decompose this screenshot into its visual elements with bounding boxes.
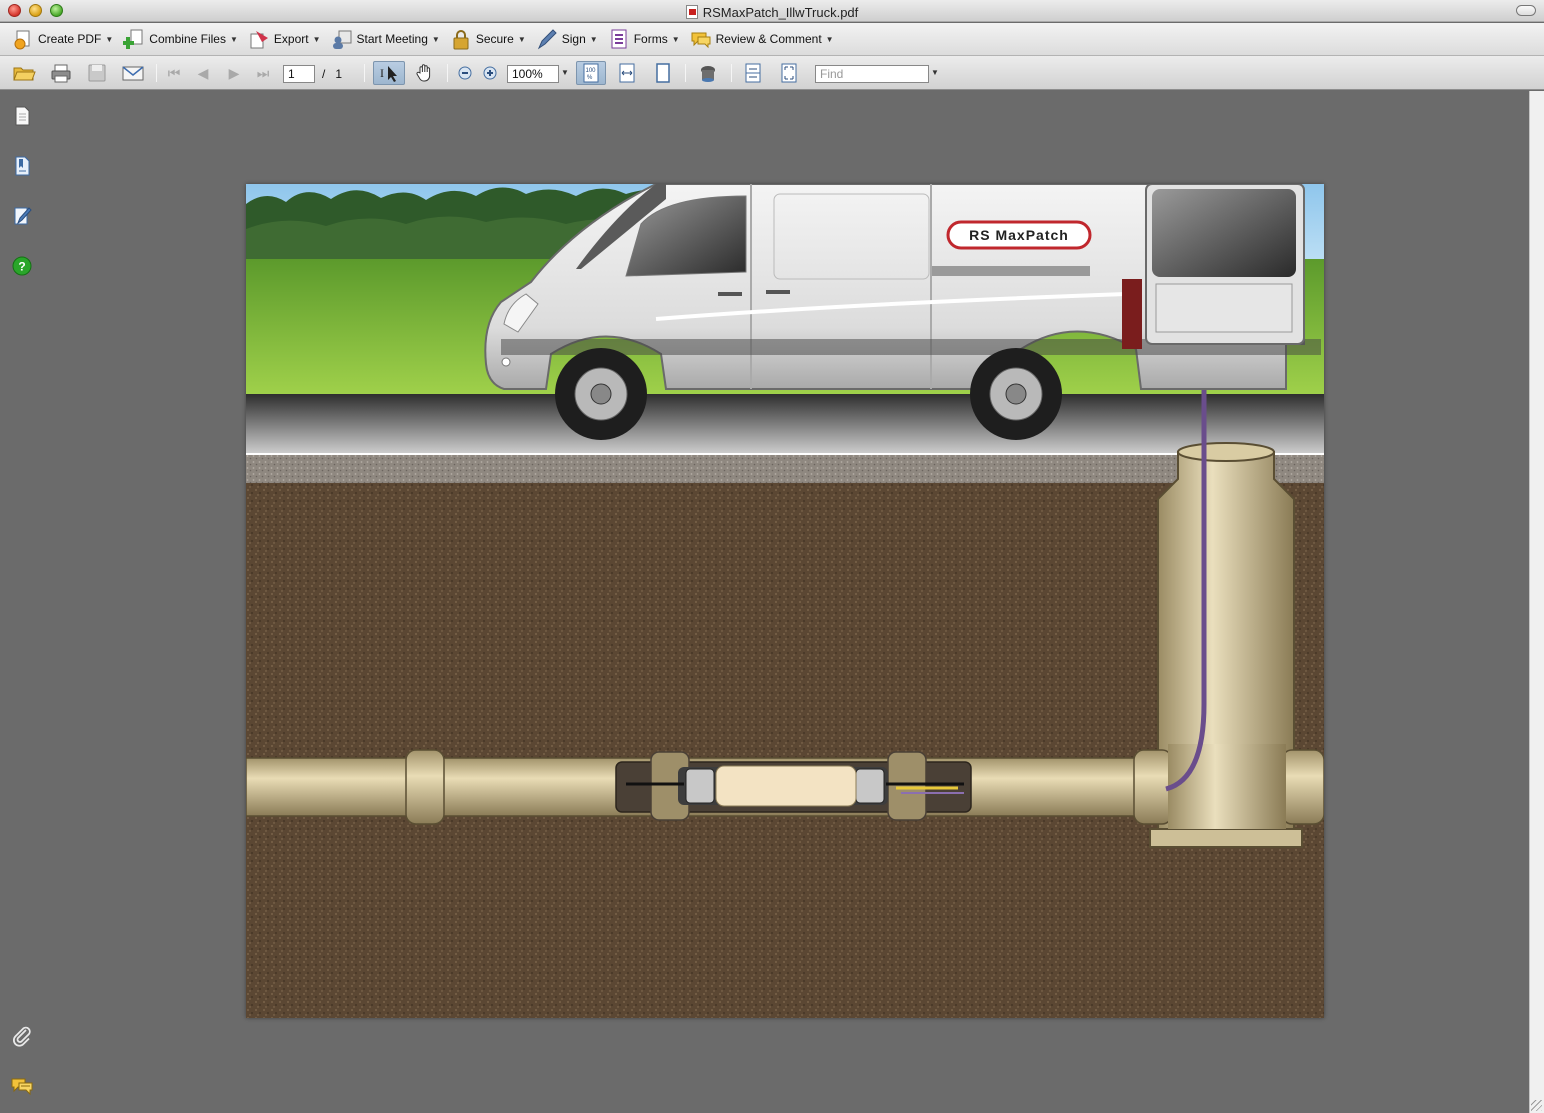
- navigation-pane: ?: [0, 91, 44, 1113]
- actual-size-button[interactable]: 100%: [576, 61, 606, 85]
- combine-files-icon: [123, 28, 145, 50]
- svg-text:%: %: [587, 75, 593, 81]
- export-icon: [248, 28, 270, 50]
- tasks-toolbar: Create PDF ▼ Combine Files ▼ Export ▼ Start…: [0, 23, 1544, 56]
- chevron-down-icon: ▼: [312, 34, 321, 44]
- pdf-file-icon: [685, 5, 698, 19]
- zoom-level-input[interactable]: 100%: [507, 65, 559, 83]
- print-icon[interactable]: [48, 61, 74, 85]
- create-pdf-button[interactable]: Create PDF ▼: [12, 25, 113, 53]
- next-page-icon[interactable]: ▶: [224, 61, 244, 85]
- previous-page-icon[interactable]: ◀: [193, 61, 213, 85]
- svg-text:100: 100: [586, 68, 597, 74]
- page-count: / 1: [322, 67, 342, 81]
- van-pipe-illustration: RS MaxPatch: [246, 184, 1324, 1018]
- review-comment-label: Review & Comment: [715, 32, 822, 46]
- open-folder-icon[interactable]: [10, 61, 38, 85]
- fit-page-icon[interactable]: [650, 61, 676, 85]
- save-icon[interactable]: [84, 61, 110, 85]
- pen-icon: [536, 28, 558, 50]
- forms-icon: [608, 28, 630, 50]
- combine-files-label: Combine Files: [149, 32, 226, 46]
- start-meeting-button[interactable]: Start Meeting ▼: [331, 25, 440, 53]
- svg-text:?: ?: [18, 260, 25, 274]
- comments-panel-icon[interactable]: [10, 1074, 34, 1098]
- find-options-icon[interactable]: ▼: [931, 68, 939, 77]
- chevron-down-icon: ▼: [431, 34, 440, 44]
- start-meeting-label: Start Meeting: [356, 32, 428, 46]
- vertical-scrollbar[interactable]: [1529, 91, 1544, 1113]
- page-total-value: 1: [335, 67, 343, 81]
- export-label: Export: [273, 32, 309, 46]
- resize-grip-icon[interactable]: [1531, 1100, 1542, 1111]
- chevron-down-icon: ▼: [825, 34, 834, 44]
- combine-files-button[interactable]: Combine Files ▼: [123, 25, 238, 53]
- forms-button[interactable]: Forms ▼: [608, 25, 680, 53]
- hand-tool-icon[interactable]: [412, 61, 438, 85]
- signatures-panel-icon[interactable]: [10, 204, 34, 228]
- attachments-icon[interactable]: [10, 1024, 34, 1048]
- first-page-icon[interactable]: ⏮: [164, 61, 184, 85]
- chevron-down-icon: ▼: [105, 34, 114, 44]
- navigation-toolbar: ⏮ ◀ ▶ ⏭ 1 / 1 I 100% ▼ 100% Find ▼: [0, 56, 1544, 90]
- chevron-down-icon: ▼: [517, 34, 526, 44]
- svg-text:I: I: [380, 66, 384, 80]
- zoom-in-icon[interactable]: [479, 61, 501, 85]
- page-number-input[interactable]: 1: [283, 65, 315, 83]
- lock-icon: [450, 28, 472, 50]
- van-logo: RS MaxPatch: [969, 227, 1069, 243]
- create-pdf-label: Create PDF: [38, 32, 102, 46]
- select-tool-button[interactable]: I: [373, 61, 405, 85]
- window-title-text: RSMaxPatch_IllwTruck.pdf: [702, 5, 859, 20]
- chevron-down-icon: ▼: [671, 34, 680, 44]
- zoom-dropdown-icon[interactable]: ▼: [561, 68, 569, 77]
- pages-panel-icon[interactable]: [10, 104, 34, 128]
- title-bar: RSMaxPatch_IllwTruck.pdf: [0, 0, 1544, 22]
- secure-label: Secure: [475, 32, 514, 46]
- page-separator: /: [322, 67, 326, 81]
- comment-icon: [690, 28, 712, 50]
- read-mode-icon[interactable]: [694, 61, 722, 85]
- last-page-icon[interactable]: ⏭: [253, 61, 273, 85]
- help-icon[interactable]: ?: [10, 254, 34, 278]
- window-title: RSMaxPatch_IllwTruck.pdf: [0, 3, 1544, 20]
- chevron-down-icon: ▼: [589, 34, 598, 44]
- start-meeting-icon: [331, 28, 353, 50]
- bookmarks-panel-icon[interactable]: [10, 154, 34, 178]
- find-input[interactable]: Find: [815, 65, 929, 83]
- full-screen-icon[interactable]: [776, 61, 802, 85]
- email-icon[interactable]: [119, 61, 147, 85]
- scrolling-mode-icon[interactable]: [740, 61, 766, 85]
- toolbar-toggle-button[interactable]: [1516, 5, 1536, 16]
- chevron-down-icon: ▼: [229, 34, 238, 44]
- create-pdf-icon: [12, 28, 34, 50]
- sign-button[interactable]: Sign ▼: [536, 25, 598, 53]
- pdf-page: RS MaxPatch: [246, 184, 1324, 1018]
- zoom-out-icon[interactable]: [454, 61, 476, 85]
- review-comment-button[interactable]: Review & Comment ▼: [690, 25, 834, 53]
- export-button[interactable]: Export ▼: [248, 25, 321, 53]
- fit-width-icon[interactable]: [614, 61, 640, 85]
- sign-label: Sign: [561, 32, 586, 46]
- secure-button[interactable]: Secure ▼: [450, 25, 526, 53]
- forms-label: Forms: [633, 32, 668, 46]
